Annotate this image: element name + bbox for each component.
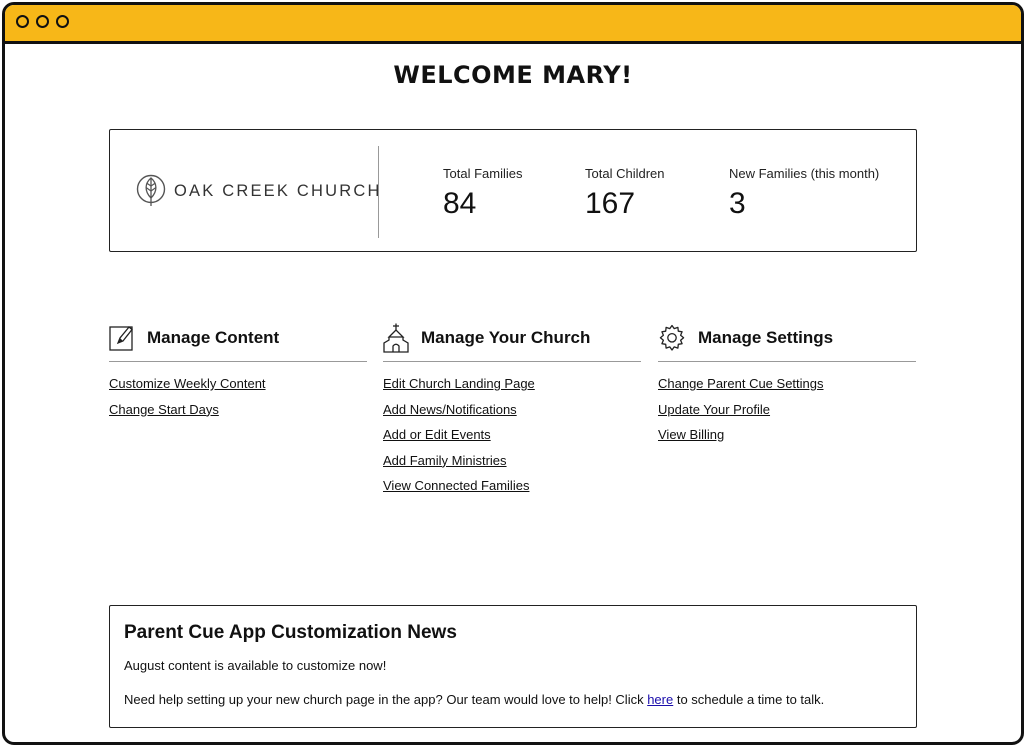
news-help-text-end: to schedule a time to talk. <box>673 692 825 707</box>
stat-value: 167 <box>585 187 636 220</box>
link-add-or-edit-events[interactable]: Add or Edit Events <box>383 427 641 453</box>
stats-divider <box>378 146 379 238</box>
stat-value: 3 <box>729 187 746 220</box>
stat-label: New Families (this month) <box>729 166 880 181</box>
section-manage-settings: Manage Settings Change Parent Cue Settin… <box>658 321 916 453</box>
news-help-text: Need help setting up your new church pag… <box>124 692 648 707</box>
church-name: OAK CREEK CHURCH <box>174 181 382 200</box>
link-update-your-profile[interactable]: Update Your Profile <box>658 402 916 428</box>
section-manage-content: Manage Content Customize Weekly Content … <box>109 321 367 427</box>
tree-leaf-icon <box>136 174 166 206</box>
browser-window: WELCOME MARY! OAK CREEK CHURCH Total Fam… <box>2 2 1024 745</box>
news-panel: Parent Cue App Customization News August… <box>109 605 917 728</box>
stat-total-children: Total Children 167 <box>585 166 665 221</box>
news-title: Parent Cue App Customization News <box>124 622 457 643</box>
link-list: Edit Church Landing Page Add News/Notifi… <box>383 376 641 504</box>
news-message: August content is available to customize… <box>124 658 387 673</box>
church-icon <box>383 323 409 353</box>
link-view-connected-families[interactable]: View Connected Families <box>383 478 641 504</box>
link-list: Change Parent Cue Settings Update Your P… <box>658 376 916 453</box>
stat-total-families: Total Families 84 <box>443 166 522 221</box>
link-add-news-notifications[interactable]: Add News/Notifications <box>383 402 641 428</box>
window-titlebar <box>5 5 1021 44</box>
stat-new-families: New Families (this month) 3 <box>729 166 879 221</box>
link-change-start-days[interactable]: Change Start Days <box>109 402 367 428</box>
link-edit-church-landing-page[interactable]: Edit Church Landing Page <box>383 376 641 402</box>
section-title: Manage Settings <box>698 328 834 347</box>
stat-label: Total Children <box>585 166 665 181</box>
link-change-parent-cue-settings[interactable]: Change Parent Cue Settings <box>658 376 916 402</box>
link-customize-weekly-content[interactable]: Customize Weekly Content <box>109 376 367 402</box>
window-dot-minimize[interactable] <box>36 15 49 28</box>
window-dot-close[interactable] <box>16 15 29 28</box>
link-list: Customize Weekly Content Change Start Da… <box>109 376 367 427</box>
stat-value: 84 <box>443 187 477 220</box>
church-logo: OAK CREEK CHURCH <box>136 174 382 208</box>
news-help-message: Need help setting up your new church pag… <box>124 692 824 707</box>
stats-panel: OAK CREEK CHURCH Total Families 84 Total… <box>109 129 917 252</box>
edit-icon <box>109 326 133 351</box>
section-header: Manage Content <box>109 321 367 362</box>
section-title: Manage Your Church <box>421 328 591 347</box>
schedule-here-link[interactable]: here <box>647 692 673 707</box>
section-header: Manage Your Church <box>383 321 641 362</box>
window-dot-maximize[interactable] <box>56 15 69 28</box>
section-header: Manage Settings <box>658 321 916 362</box>
section-title: Manage Content <box>147 328 280 347</box>
section-manage-church: Manage Your Church Edit Church Landing P… <box>383 321 641 504</box>
gear-icon <box>659 324 685 351</box>
page-title: WELCOME MARY! <box>393 61 633 89</box>
stat-label: Total Families <box>443 166 523 181</box>
link-add-family-ministries[interactable]: Add Family Ministries <box>383 453 641 479</box>
link-view-billing[interactable]: View Billing <box>658 427 916 453</box>
